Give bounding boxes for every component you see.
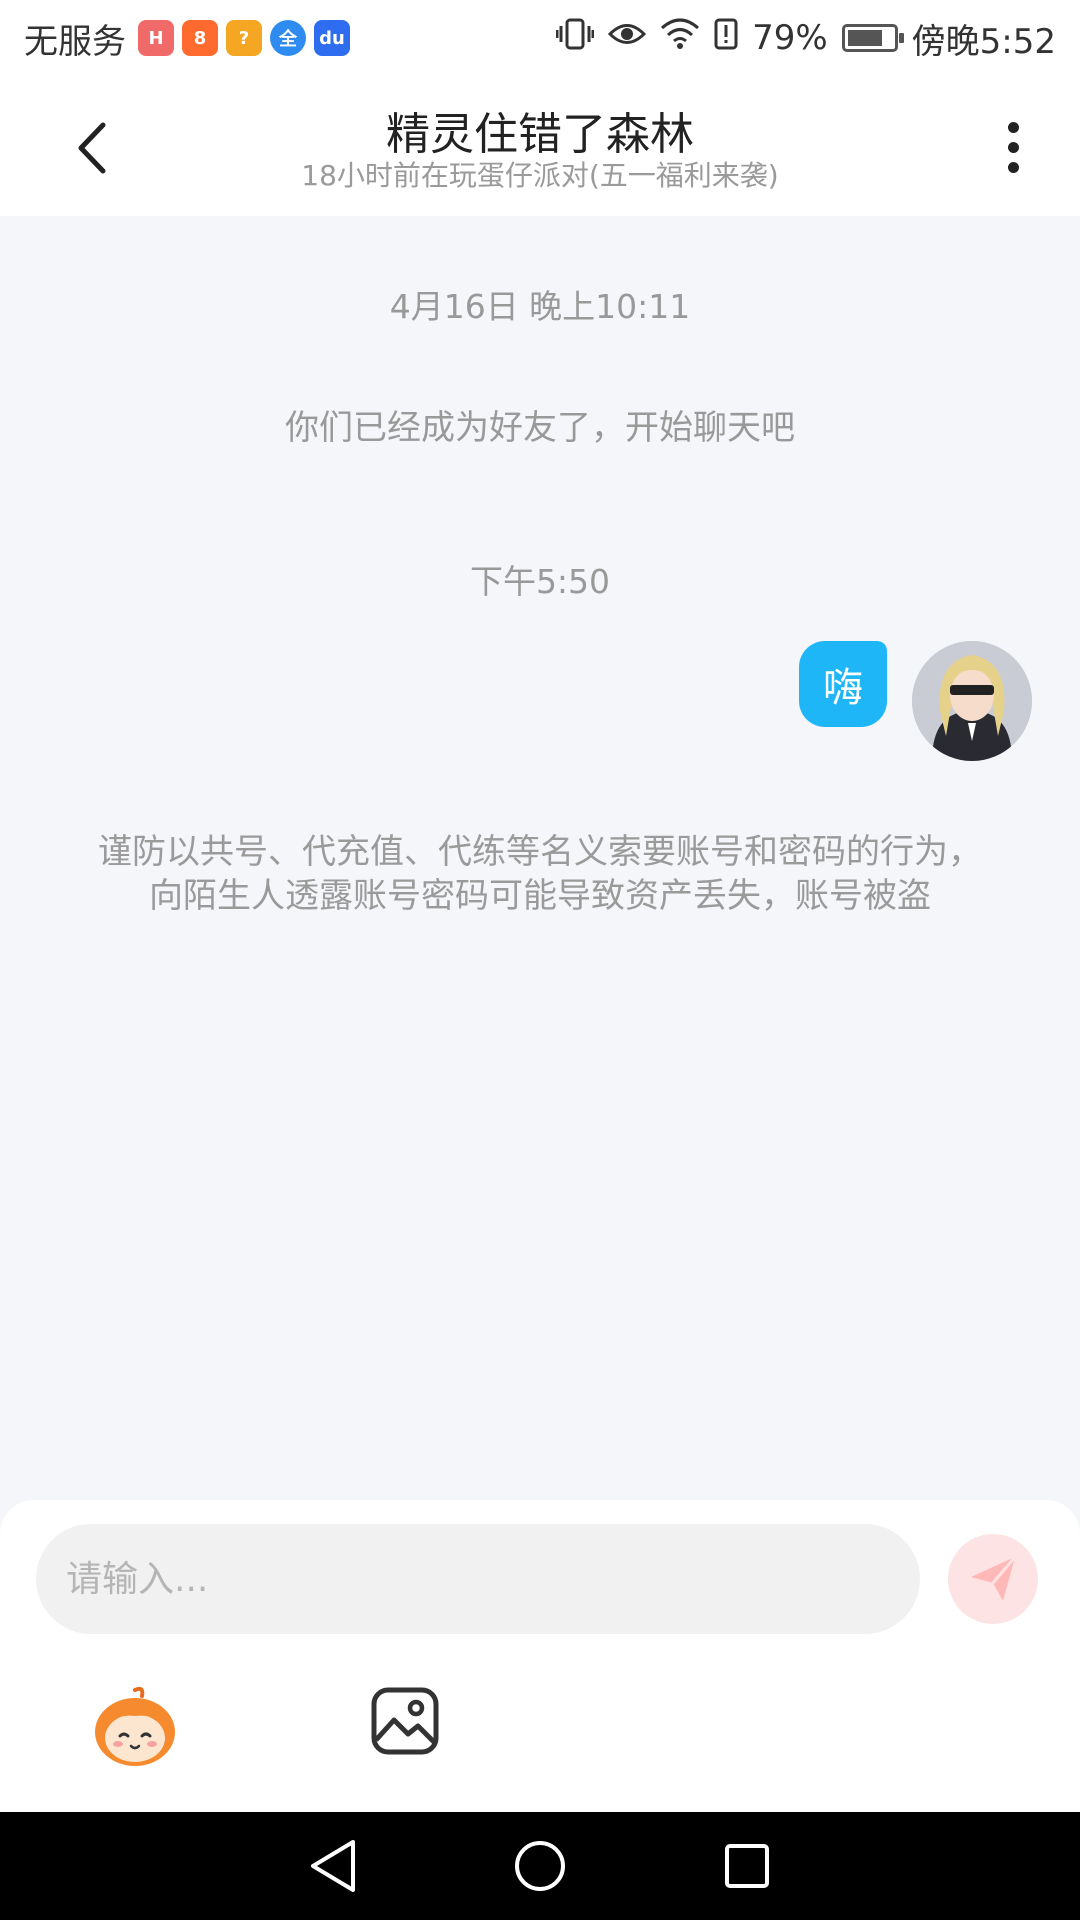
yellow-app-icon: ? <box>226 20 262 56</box>
status-bar: 无服务 H 8 ? 全 du 79% 傍晚5:52 <box>0 0 1080 76</box>
quan-app-icon: 全 <box>270 20 306 56</box>
chat-area[interactable]: 4月16日 晚上10:11 你们已经成为好友了，开始聊天吧 下午5:50 嗨 谨… <box>0 216 1080 1500</box>
orange-app-icon: 8 <box>182 20 218 56</box>
message-bubble[interactable]: 嗨 <box>799 641 887 727</box>
security-warning: 谨防以共号、代充值、代练等名义索要账号和密码的行为，向陌生人透露账号密码可能导致… <box>98 832 982 916</box>
square-recents-icon <box>724 1844 769 1888</box>
nav-back-button[interactable] <box>303 1836 363 1896</box>
triangle-back-icon <box>311 1840 356 1892</box>
status-right: 79% 傍晚5:52 <box>555 14 1056 63</box>
circle-home-icon <box>514 1841 565 1891</box>
vibrate-icon <box>555 16 595 60</box>
huawei-app-icon: H <box>138 20 174 56</box>
more-dot <box>1007 141 1019 153</box>
status-left: 无服务 H 8 ? 全 du <box>24 14 350 63</box>
mascot-emoji-icon <box>95 1686 175 1766</box>
chat-subtitle: 18小时前在玩蛋仔派对(五一福利来袭) <box>301 159 779 192</box>
baidu-app-icon: du <box>314 20 350 56</box>
message-input[interactable] <box>66 1558 920 1600</box>
alert-icon <box>714 16 738 60</box>
timestamp-1: 4月16日 晚上10:11 <box>389 287 691 326</box>
emoji-button[interactable] <box>92 1684 178 1770</box>
avatar[interactable] <box>912 641 1032 761</box>
navigation-bar <box>0 1812 1080 1920</box>
eye-icon <box>607 19 647 57</box>
more-options-button[interactable] <box>988 112 1038 182</box>
image-icon <box>371 1687 439 1755</box>
more-dot <box>1007 161 1019 173</box>
image-button[interactable] <box>370 1686 440 1756</box>
chat-header: 精灵住错了森林 18小时前在玩蛋仔派对(五一福利来袭) <box>0 76 1080 216</box>
battery-percent: 79% <box>752 18 828 58</box>
message-input-box[interactable] <box>36 1524 920 1634</box>
timestamp-2: 下午5:50 <box>469 562 611 601</box>
carrier-label: 无服务 <box>24 21 126 62</box>
chat-title: 精灵住错了森林 <box>386 109 694 160</box>
nav-home-button[interactable] <box>510 1836 570 1896</box>
avatar-image <box>912 641 1032 761</box>
input-panel <box>0 1500 1080 1812</box>
nav-recents-button[interactable] <box>717 1836 777 1896</box>
more-dot <box>1007 121 1019 133</box>
paper-plane-icon <box>971 1556 1017 1601</box>
battery-icon <box>841 24 904 52</box>
clock: 傍晚5:52 <box>911 21 1056 62</box>
send-button[interactable] <box>948 1534 1038 1624</box>
battery-fill <box>847 30 883 46</box>
wifi-icon <box>660 18 700 58</box>
system-message: 你们已经成为好友了，开始聊天吧 <box>285 408 795 448</box>
